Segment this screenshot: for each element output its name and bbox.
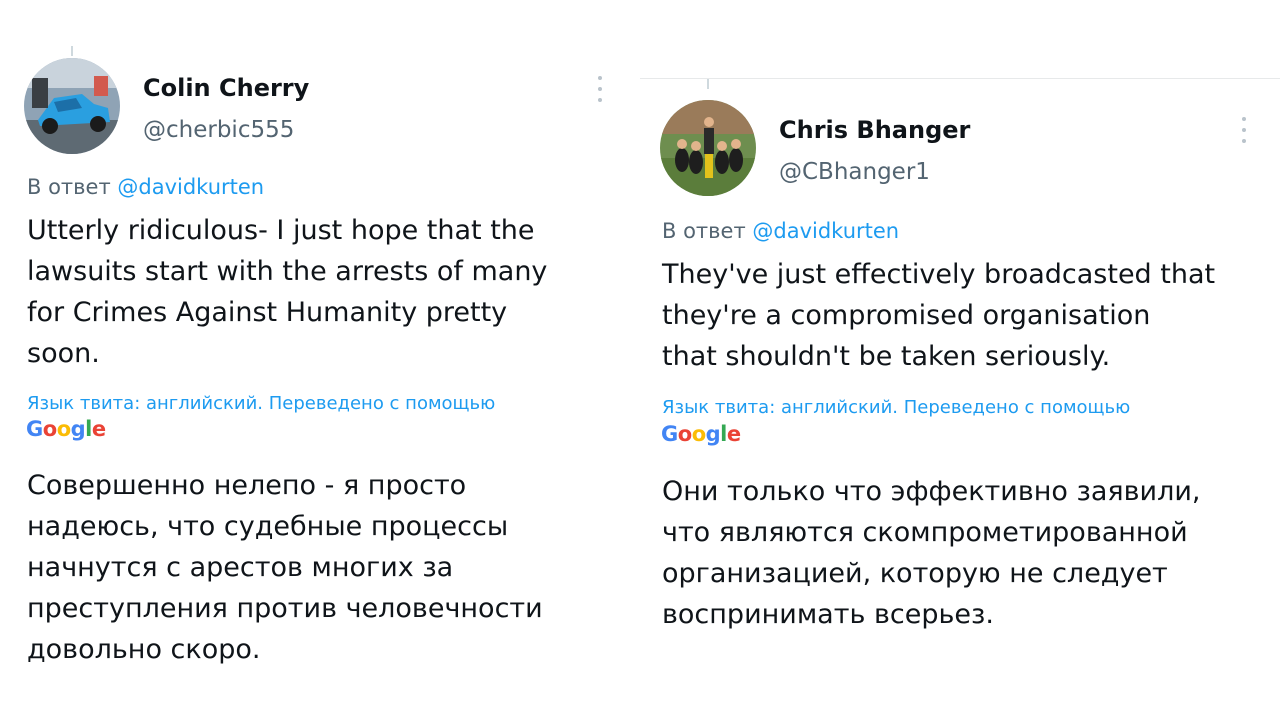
reply-prefix: В ответ: [662, 219, 746, 243]
tweet-translated-text: Совершенно нелепо - я просто надеюсь, чт…: [27, 470, 543, 665]
reply-mention-link[interactable]: @davidkurten: [752, 219, 899, 243]
author-handle[interactable]: @CBhanger1: [779, 159, 930, 185]
thread-connector: [707, 79, 709, 89]
tweet-card[interactable]: Chris Bhanger @CBhanger1 В ответ @davidk…: [640, 0, 1280, 719]
reply-context: В ответ @davidkurten: [27, 175, 264, 199]
more-options-icon[interactable]: [590, 76, 610, 102]
google-logo: Google: [26, 417, 106, 441]
team-photo-avatar-icon: [660, 100, 756, 196]
reply-mention-link[interactable]: @davidkurten: [117, 175, 264, 199]
reply-context: В ответ @davidkurten: [662, 219, 899, 243]
race-car-avatar-icon: [24, 58, 120, 154]
avatar[interactable]: [660, 100, 756, 196]
google-logo: Google: [661, 422, 741, 446]
tweet-original-text: Utterly ridiculous- I just hope that the…: [27, 215, 548, 369]
author-name[interactable]: Chris Bhanger: [779, 116, 970, 144]
tweet-card[interactable]: Colin Cherry @cherbic555 В ответ @davidk…: [0, 0, 640, 719]
translation-note[interactable]: Язык твита: английский. Переведено с пом…: [662, 397, 1130, 418]
author-handle[interactable]: @cherbic555: [143, 117, 294, 143]
translation-note[interactable]: Язык твита: английский. Переведено с пом…: [27, 393, 495, 414]
avatar[interactable]: [24, 58, 120, 154]
more-options-icon[interactable]: [1234, 117, 1254, 143]
reply-prefix: В ответ: [27, 175, 111, 199]
author-name[interactable]: Colin Cherry: [143, 74, 309, 102]
tweet-original-text: They've just effectively broadcasted tha…: [662, 259, 1216, 372]
thread-connector: [71, 46, 73, 56]
tweet-translated-text: Они только что эффективно заявили, что я…: [662, 476, 1201, 630]
divider: [640, 78, 1280, 79]
